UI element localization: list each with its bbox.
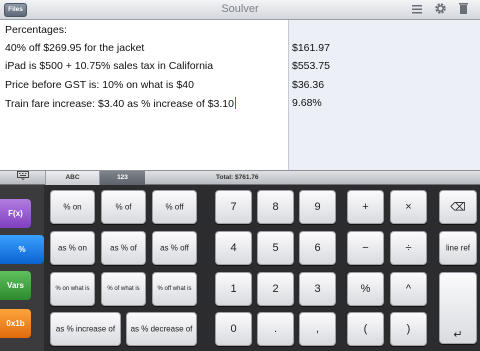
function-column: F(x) % Vars 0x1b [0,185,44,351]
title-bar: Files Soulver [0,0,480,20]
key-line-ref[interactable]: line ref [439,231,477,265]
key-5[interactable]: 5 [257,231,294,265]
text-caret [235,97,236,109]
editor-line[interactable]: Percentages: [5,24,67,36]
key-percent-of-what-is[interactable]: % of what is [101,272,146,306]
keyboard: F(x) % Vars 0x1b % on % of % off as % on… [0,185,480,351]
editor-line[interactable]: 40% off $269.95 for the jacket [5,42,144,54]
key-3[interactable]: 3 [299,272,336,306]
app-title: Soulver [221,3,259,15]
editor-pane[interactable]: Percentages: 40% off $269.95 for the jac… [0,20,288,170]
key-percent[interactable]: % [347,272,384,306]
answer-value[interactable]: 9.68% [292,97,322,109]
key-percent-on[interactable]: % on [50,190,95,224]
key-plus[interactable]: + [347,190,384,224]
key-minus[interactable]: − [347,231,384,265]
key-divide[interactable]: ÷ [390,231,427,265]
answers-pane: $161.97 $553.75 $36.36 9.68% [288,20,480,170]
function-key-percent[interactable]: % [0,235,44,264]
total-label: Total: $761.76 [216,174,259,181]
function-key-fx[interactable]: F(x) [0,199,31,228]
key-percent-on-what-is[interactable]: % on what is [50,272,95,306]
key-percent-of[interactable]: % of [101,190,146,224]
key-6[interactable]: 6 [299,231,336,265]
key-multiply[interactable]: × [390,190,427,224]
editor-line-text: Train fare increase: $3.40 as % increase… [5,98,234,110]
key-as-percent-on[interactable]: as % on [50,231,95,265]
editor-line[interactable]: iPad is $500 + 10.75% sales tax in Calif… [5,60,213,72]
key-7[interactable]: 7 [215,190,252,224]
tab-abc[interactable]: ABC [46,171,100,185]
enter-icon[interactable]: ↵ [439,272,477,344]
trash-icon[interactable] [455,2,471,18]
key-percent-off[interactable]: % off [152,190,197,224]
key-as-percent-decrease-of[interactable]: as % decrease of [126,312,197,346]
key-power[interactable]: ^ [390,272,427,306]
backspace-icon[interactable]: ⌫ [439,190,477,224]
key-percent-off-what-is[interactable]: % off what is [152,272,197,306]
key-1[interactable]: 1 [215,272,252,306]
list-icon[interactable] [409,2,425,18]
key-open-paren[interactable]: ( [347,312,384,346]
key-4[interactable]: 4 [215,231,252,265]
editor-line-active[interactable]: Train fare increase: $3.40 as % increase… [5,97,236,110]
answer-value[interactable]: $553.75 [292,60,330,72]
gear-icon[interactable] [432,2,448,18]
key-2[interactable]: 2 [257,272,294,306]
key-as-percent-of[interactable]: as % of [101,231,146,265]
key-decimal[interactable]: . [257,312,294,346]
editor-line[interactable]: Price before GST is: 10% on what is $40 [5,79,194,91]
function-key-base[interactable]: 0x1b [0,309,31,338]
keyboard-icon[interactable] [0,171,46,185]
key-0[interactable]: 0 [215,312,252,346]
tab-123[interactable]: 123 [100,171,145,185]
answer-value[interactable]: $36.36 [292,79,324,91]
key-comma[interactable]: , [299,312,336,346]
keyboard-bar: ABC 123 Total: $761.76 [0,170,480,185]
key-9[interactable]: 9 [299,190,336,224]
key-8[interactable]: 8 [257,190,294,224]
function-key-vars[interactable]: Vars [0,271,31,300]
key-as-percent-increase-of[interactable]: as % increase of [50,312,121,346]
key-close-paren[interactable]: ) [390,312,427,346]
answer-value[interactable]: $161.97 [292,42,330,54]
key-as-percent-off[interactable]: as % off [152,231,197,265]
